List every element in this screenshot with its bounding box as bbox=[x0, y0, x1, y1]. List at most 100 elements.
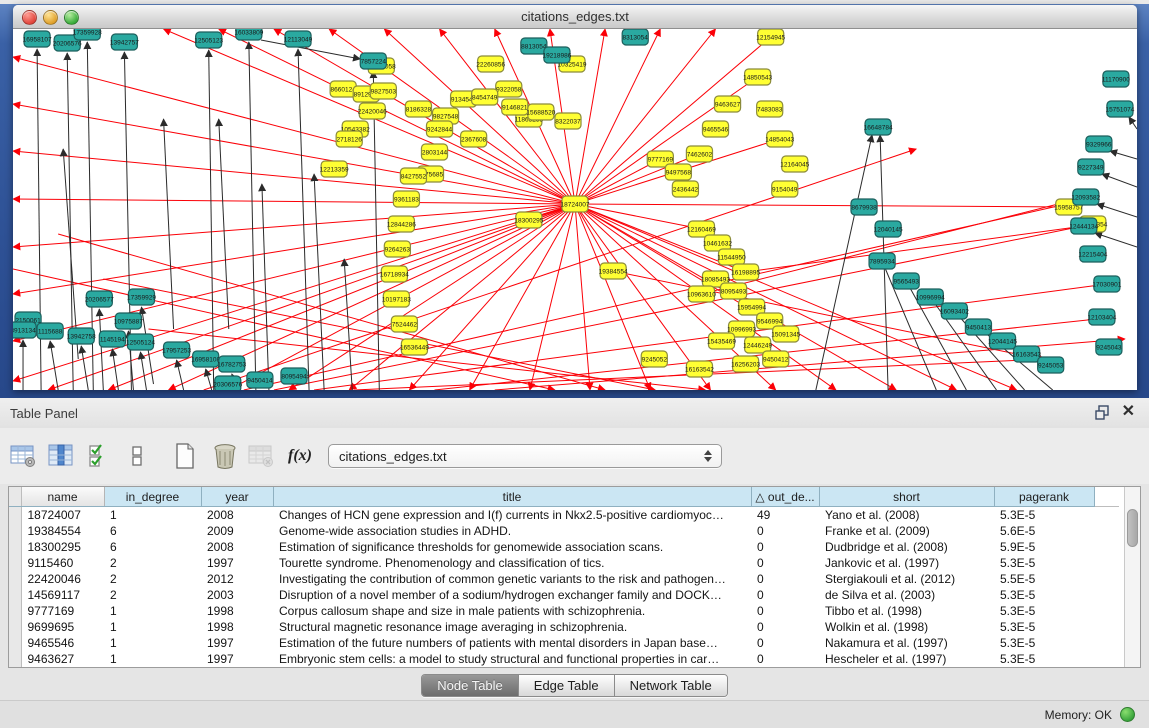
cell-pagerank[interactable]: 5.6E-5 bbox=[994, 523, 1094, 539]
cell-out_degree[interactable]: 0 bbox=[751, 651, 819, 667]
select-rows-icon[interactable] bbox=[84, 442, 114, 470]
new-document-icon[interactable] bbox=[170, 442, 200, 470]
cell-out_degree[interactable]: 0 bbox=[751, 523, 819, 539]
function-builder-icon[interactable]: f(x) bbox=[288, 447, 312, 465]
cell-year[interactable]: 1998 bbox=[201, 603, 273, 619]
cell-short[interactable]: Franke et al. (2009) bbox=[819, 523, 994, 539]
cell-in_degree[interactable]: 2 bbox=[104, 587, 201, 603]
cell-pagerank[interactable]: 5.3E-5 bbox=[994, 603, 1094, 619]
cell-pagerank[interactable]: 5.3E-5 bbox=[994, 507, 1094, 524]
cell-name[interactable]: 9699695 bbox=[21, 619, 104, 635]
cell-out_degree[interactable]: 0 bbox=[751, 635, 819, 651]
cell-out_degree[interactable]: 0 bbox=[751, 587, 819, 603]
tab-node-table[interactable]: Node Table bbox=[422, 675, 519, 696]
zoom-window-button[interactable] bbox=[64, 10, 79, 25]
cell-title[interactable]: Tourette syndrome. Phenomenology and cla… bbox=[273, 555, 751, 571]
cell-short[interactable]: Yano et al. (2008) bbox=[819, 507, 994, 524]
cell-short[interactable]: Tibbo et al. (1998) bbox=[819, 603, 994, 619]
cell-short[interactable]: Jankovic et al. (1997) bbox=[819, 555, 994, 571]
column-header-title[interactable]: title bbox=[273, 487, 751, 507]
cell-in_degree[interactable]: 1 bbox=[104, 651, 201, 667]
close-window-button[interactable] bbox=[22, 10, 37, 25]
cell-title[interactable]: Investigating the contribution of common… bbox=[273, 571, 751, 587]
cell-year[interactable]: 1997 bbox=[201, 555, 273, 571]
cell-name[interactable]: 18724007 bbox=[21, 507, 104, 524]
cell-year[interactable]: 2008 bbox=[201, 539, 273, 555]
cell-out_degree[interactable]: 49 bbox=[751, 507, 819, 524]
stacked-squares-icon[interactable] bbox=[122, 442, 152, 470]
table-row[interactable]: 1830029562008Estimation of significance … bbox=[9, 539, 1119, 555]
table-row[interactable]: 2242004622012Investigating the contribut… bbox=[9, 571, 1119, 587]
column-header-name[interactable]: name bbox=[21, 487, 104, 507]
cell-name[interactable]: 9463627 bbox=[21, 651, 104, 667]
cell-year[interactable]: 1998 bbox=[201, 619, 273, 635]
cell-title[interactable]: Estimation of significance thresholds fo… bbox=[273, 539, 751, 555]
scrollbar-thumb[interactable] bbox=[1127, 509, 1138, 547]
cell-title[interactable]: Changes of HCN gene expression and I(f) … bbox=[273, 507, 751, 524]
column-header-out_degree[interactable]: △ out_de... bbox=[751, 487, 819, 507]
cell-name[interactable]: 18300295 bbox=[21, 539, 104, 555]
cell-name[interactable]: 22420046 bbox=[21, 571, 104, 587]
cell-title[interactable]: Genome-wide association studies in ADHD. bbox=[273, 523, 751, 539]
cell-year[interactable]: 1997 bbox=[201, 635, 273, 651]
table-row[interactable]: 977716911998Corpus callosum shape and si… bbox=[9, 603, 1119, 619]
cell-year[interactable]: 2009 bbox=[201, 523, 273, 539]
table-row[interactable]: 1456911722003Disruption of a novel membe… bbox=[9, 587, 1119, 603]
select-columns-icon[interactable] bbox=[46, 442, 76, 470]
cell-in_degree[interactable]: 2 bbox=[104, 555, 201, 571]
table-row[interactable]: 1872400712008Changes of HCN gene express… bbox=[9, 507, 1119, 524]
cell-pagerank[interactable]: 5.3E-5 bbox=[994, 587, 1094, 603]
cell-name[interactable]: 19384554 bbox=[21, 523, 104, 539]
table-vertical-scrollbar[interactable] bbox=[1124, 487, 1140, 667]
table-settings-icon[interactable] bbox=[8, 442, 38, 470]
cell-pagerank[interactable]: 5.3E-5 bbox=[994, 635, 1094, 651]
cell-short[interactable]: Stergiakouli et al. (2012) bbox=[819, 571, 994, 587]
table-row[interactable]: 946554611997Estimation of the future num… bbox=[9, 635, 1119, 651]
cell-short[interactable]: Hescheler et al. (1997) bbox=[819, 651, 994, 667]
cell-in_degree[interactable]: 2 bbox=[104, 571, 201, 587]
cell-year[interactable]: 1997 bbox=[201, 651, 273, 667]
cell-title[interactable]: Structural magnetic resonance image aver… bbox=[273, 619, 751, 635]
minimize-window-button[interactable] bbox=[43, 10, 58, 25]
cell-in_degree[interactable]: 6 bbox=[104, 523, 201, 539]
column-header-in_degree[interactable]: in_degree bbox=[104, 487, 201, 507]
cell-name[interactable]: 9777169 bbox=[21, 603, 104, 619]
cell-out_degree[interactable]: 0 bbox=[751, 603, 819, 619]
table-row[interactable]: 969969511998Structural magnetic resonanc… bbox=[9, 619, 1119, 635]
cell-title[interactable]: Disruption of a novel member of a sodium… bbox=[273, 587, 751, 603]
cell-out_degree[interactable]: 0 bbox=[751, 619, 819, 635]
cell-title[interactable]: Embryonic stem cells: a model to study s… bbox=[273, 651, 751, 667]
cell-pagerank[interactable]: 5.5E-5 bbox=[994, 571, 1094, 587]
table-selector-dropdown[interactable]: citations_edges.txt bbox=[328, 444, 722, 468]
cell-short[interactable]: Nakamura et al. (1997) bbox=[819, 635, 994, 651]
cell-in_degree[interactable]: 1 bbox=[104, 619, 201, 635]
cell-pagerank[interactable]: 5.3E-5 bbox=[994, 555, 1094, 571]
delete-trash-icon[interactable] bbox=[210, 442, 240, 470]
cell-name[interactable]: 9465546 bbox=[21, 635, 104, 651]
cell-in_degree[interactable]: 1 bbox=[104, 507, 201, 524]
network-window-titlebar[interactable]: citations_edges.txt bbox=[13, 5, 1137, 29]
cell-short[interactable]: Wolkin et al. (1998) bbox=[819, 619, 994, 635]
column-header-year[interactable]: year bbox=[201, 487, 273, 507]
cell-pagerank[interactable]: 5.3E-5 bbox=[994, 651, 1094, 667]
cell-title[interactable]: Estimation of the future numbers of pati… bbox=[273, 635, 751, 651]
cell-year[interactable]: 2012 bbox=[201, 571, 273, 587]
cell-in_degree[interactable]: 1 bbox=[104, 635, 201, 651]
table-row[interactable]: 911546021997Tourette syndrome. Phenomeno… bbox=[9, 555, 1119, 571]
tab-edge-table[interactable]: Edge Table bbox=[519, 675, 615, 696]
cell-out_degree[interactable]: 0 bbox=[751, 571, 819, 587]
cell-out_degree[interactable]: 0 bbox=[751, 539, 819, 555]
cell-in_degree[interactable]: 6 bbox=[104, 539, 201, 555]
cell-short[interactable]: de Silva et al. (2003) bbox=[819, 587, 994, 603]
cell-title[interactable]: Corpus callosum shape and size in male p… bbox=[273, 603, 751, 619]
cell-year[interactable]: 2003 bbox=[201, 587, 273, 603]
float-panel-icon[interactable] bbox=[1095, 405, 1110, 420]
network-canvas[interactable]: 1872400718300295193845549777169949756874… bbox=[13, 29, 1137, 390]
cell-out_degree[interactable]: 0 bbox=[751, 555, 819, 571]
cell-short[interactable]: Dudbridge et al. (2008) bbox=[819, 539, 994, 555]
cell-name[interactable]: 9115460 bbox=[21, 555, 104, 571]
cell-pagerank[interactable]: 5.9E-5 bbox=[994, 539, 1094, 555]
cell-pagerank[interactable]: 5.3E-5 bbox=[994, 619, 1094, 635]
column-header-pagerank[interactable]: pagerank bbox=[994, 487, 1094, 507]
column-header-short[interactable]: short bbox=[819, 487, 994, 507]
